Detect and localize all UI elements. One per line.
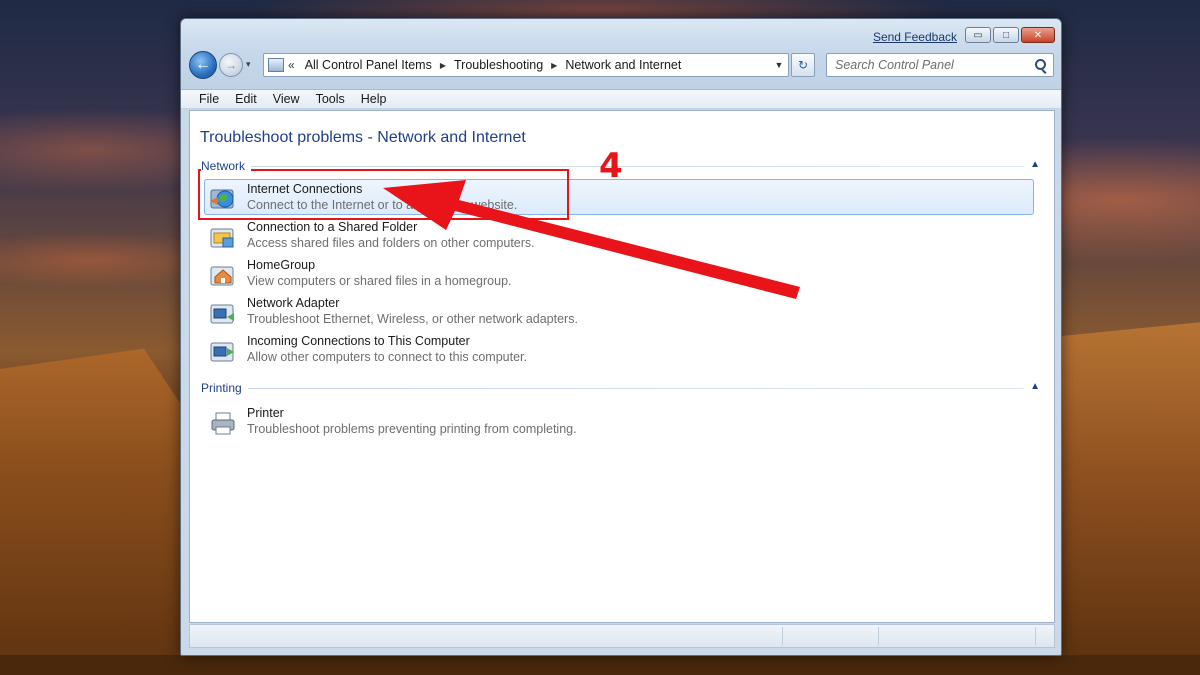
item-name: Network Adapter <box>247 296 340 310</box>
status-bar-divider <box>782 627 783 645</box>
status-bar <box>189 624 1055 648</box>
shared-folder-icon <box>210 228 234 248</box>
printer-icon <box>211 412 235 435</box>
breadcrumb-separator-icon[interactable]: ▶ <box>547 61 561 70</box>
annotation-highlight-box <box>198 169 569 220</box>
address-bar[interactable]: « All Control Panel Items ▶ Troubleshoot… <box>263 53 789 77</box>
annotation-step-number: 4 <box>599 146 623 186</box>
back-button[interactable]: ← <box>189 51 217 79</box>
navigation-row: ← → ▾ « All Control Panel Items ▶ Troubl… <box>189 51 1055 79</box>
item-homegroup[interactable]: HomeGroup View computers or shared files… <box>204 255 1034 291</box>
item-description: View computers or shared files in a home… <box>247 274 512 288</box>
recent-pages-chevron-down-icon[interactable]: ▾ <box>246 59 251 70</box>
breadcrumb-separator-icon[interactable]: ▶ <box>436 61 450 70</box>
item-description: Troubleshoot problems preventing printin… <box>247 422 577 436</box>
breadcrumb-network-and-internet[interactable]: Network and Internet <box>561 58 685 72</box>
refresh-button[interactable]: ↻ <box>791 53 815 77</box>
collapse-chevron-up-icon[interactable]: ▲ <box>1030 381 1040 392</box>
control-panel-icon <box>268 58 284 72</box>
item-description: Allow other computers to connect to this… <box>247 350 527 364</box>
menu-tools[interactable]: Tools <box>308 92 353 106</box>
breadcrumb-all-control-panel-items[interactable]: All Control Panel Items <box>301 58 436 72</box>
item-description: Access shared files and folders on other… <box>247 236 535 250</box>
collapse-chevron-up-icon[interactable]: ▲ <box>1030 159 1040 170</box>
search-input[interactable] <box>826 53 1054 77</box>
menu-edit[interactable]: Edit <box>227 92 265 106</box>
group-label: Printing <box>201 381 248 395</box>
status-bar-divider <box>878 627 879 645</box>
item-network-adapter[interactable]: Network Adapter Troubleshoot Ethernet, W… <box>204 293 1034 329</box>
forward-button[interactable]: → <box>219 53 243 77</box>
group-label: Network <box>201 159 252 173</box>
item-name: Connection to a Shared Folder <box>247 220 418 234</box>
status-bar-divider <box>1035 627 1036 645</box>
item-name: Printer <box>247 406 284 420</box>
menu-bar: File Edit View Tools Help <box>181 89 1061 109</box>
desktop-sand <box>0 655 1200 675</box>
menu-view[interactable]: View <box>265 92 308 106</box>
close-button[interactable]: ✕ <box>1021 27 1055 43</box>
address-overflow-chevron[interactable]: « <box>288 58 295 72</box>
menu-help[interactable]: Help <box>353 92 395 106</box>
search-icon[interactable] <box>1035 59 1046 70</box>
item-name: HomeGroup <box>247 258 316 272</box>
maximize-button[interactable]: □ <box>993 27 1019 43</box>
page-title: Troubleshoot problems - Network and Inte… <box>200 129 526 146</box>
send-feedback-link[interactable]: Send Feedback <box>873 30 957 44</box>
group-header-printing[interactable]: Printing ▲ <box>201 381 1046 395</box>
title-bar: Send Feedback ▭ □ ✕ ← → ▾ « All Control … <box>181 19 1061 89</box>
window-controls: ▭ □ ✕ <box>965 27 1055 43</box>
minimize-button[interactable]: ▭ <box>965 27 991 43</box>
menu-file[interactable]: File <box>191 92 227 106</box>
homegroup-icon <box>210 266 234 286</box>
item-name: Incoming Connections to This Computer <box>247 334 470 348</box>
item-description: Troubleshoot Ethernet, Wireless, or othe… <box>247 312 578 326</box>
incoming-connections-icon <box>210 342 234 362</box>
network-adapter-icon <box>210 304 234 324</box>
breadcrumb-troubleshooting[interactable]: Troubleshooting <box>450 58 547 72</box>
group-divider <box>201 388 1024 389</box>
item-connection-to-shared-folder[interactable]: Connection to a Shared Folder Access sha… <box>204 217 1034 253</box>
item-incoming-connections[interactable]: Incoming Connections to This Computer Al… <box>204 331 1034 367</box>
item-printer[interactable]: Printer Troubleshoot problems preventing… <box>204 403 1034 439</box>
address-dropdown-icon[interactable]: ▼ <box>770 54 788 76</box>
troubleshoot-window: Send Feedback ▭ □ ✕ ← → ▾ « All Control … <box>180 18 1062 656</box>
